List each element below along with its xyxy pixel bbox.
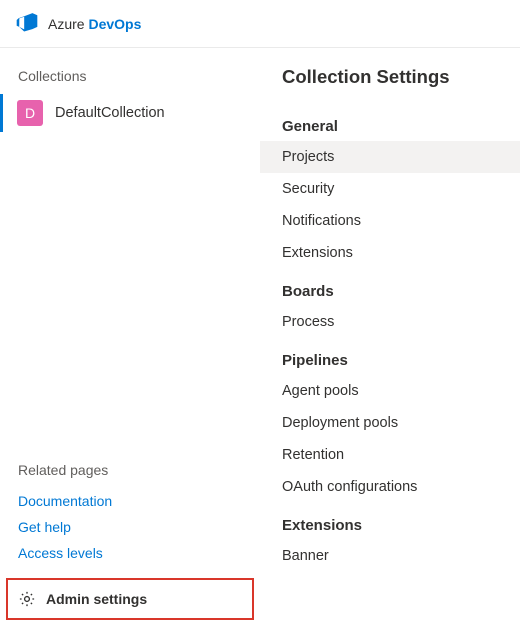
group-heading-extensions: Extensions xyxy=(260,503,520,540)
group-heading-general: General xyxy=(260,104,520,141)
settings-title: Collection Settings xyxy=(260,66,520,104)
settings-panel: Collection Settings General Projects Sec… xyxy=(260,48,520,626)
related-link-access-levels[interactable]: Access levels xyxy=(0,540,260,566)
admin-settings-button[interactable]: Admin settings xyxy=(6,578,254,620)
nav-item-projects[interactable]: Projects xyxy=(260,141,520,173)
nav-item-oauth-configurations[interactable]: OAuth configurations xyxy=(260,471,520,503)
gear-icon xyxy=(18,590,36,608)
collection-name-label: DefaultCollection xyxy=(55,105,165,121)
top-header: Azure DevOps xyxy=(0,0,520,48)
brand-home-link[interactable]: Azure DevOps xyxy=(16,11,141,36)
brand-label: Azure DevOps xyxy=(48,16,141,32)
azure-devops-logo-icon xyxy=(16,11,38,36)
left-sidebar: Collections D DefaultCollection Related … xyxy=(0,48,260,626)
nav-item-agent-pools[interactable]: Agent pools xyxy=(260,375,520,407)
nav-item-extensions[interactable]: Extensions xyxy=(260,237,520,269)
related-link-documentation[interactable]: Documentation xyxy=(0,488,260,514)
nav-item-retention[interactable]: Retention xyxy=(260,439,520,471)
nav-item-banner[interactable]: Banner xyxy=(260,540,520,572)
collection-item-default[interactable]: D DefaultCollection xyxy=(0,94,260,132)
nav-item-deployment-pools[interactable]: Deployment pools xyxy=(260,407,520,439)
admin-settings-label: Admin settings xyxy=(46,591,147,607)
collection-avatar: D xyxy=(17,100,43,126)
nav-item-security[interactable]: Security xyxy=(260,173,520,205)
collections-heading: Collections xyxy=(0,48,260,94)
nav-item-notifications[interactable]: Notifications xyxy=(260,205,520,237)
group-heading-boards: Boards xyxy=(260,269,520,306)
related-pages-heading: Related pages xyxy=(0,462,260,488)
group-heading-pipelines: Pipelines xyxy=(260,338,520,375)
nav-item-process[interactable]: Process xyxy=(260,306,520,338)
related-link-get-help[interactable]: Get help xyxy=(0,514,260,540)
